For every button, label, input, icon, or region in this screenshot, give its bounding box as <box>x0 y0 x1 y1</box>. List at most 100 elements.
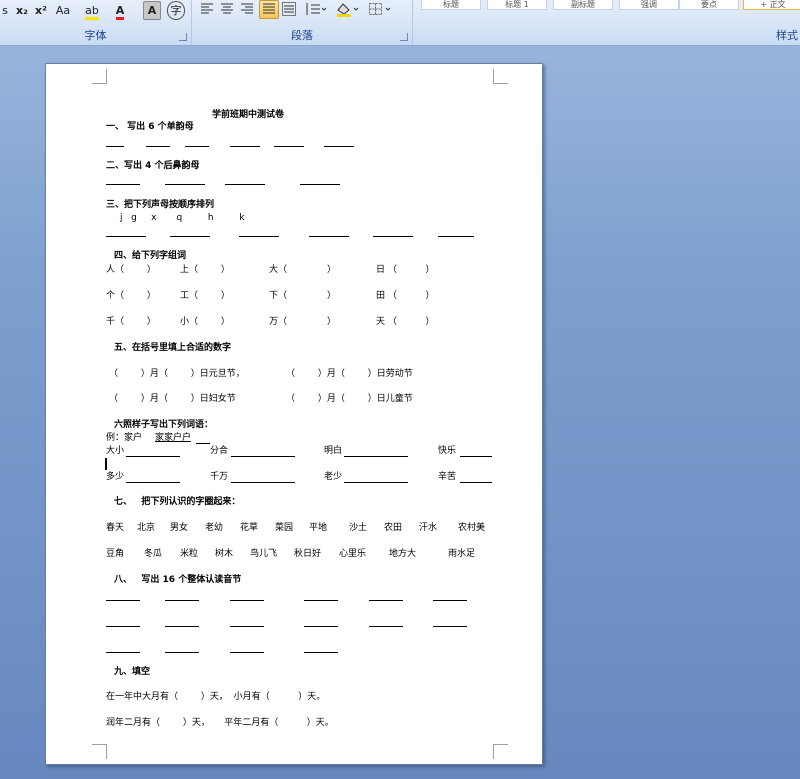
word-item: 万（ ） <box>269 317 337 327</box>
change-case-button[interactable]: Aa <box>50 1 76 20</box>
borders-icon[interactable] <box>368 2 394 16</box>
answer-line <box>106 236 146 237</box>
justify-icon <box>263 3 275 14</box>
word-prompt: 千万 <box>210 472 229 482</box>
fill-line: 润年二月有（ ）天， 平年二月有（ ）天。 <box>106 718 334 728</box>
style-heading-1[interactable]: 标题 1 <box>487 0 547 10</box>
answer-line <box>196 443 210 444</box>
circle-word: 树木 <box>215 549 234 559</box>
style-subtitle[interactable]: 副标题 <box>553 0 613 10</box>
word-item: 田 （ ） <box>376 291 435 301</box>
shading-icon[interactable] <box>335 2 359 17</box>
enclose-characters-button[interactable]: 字 <box>167 1 185 20</box>
text-cursor <box>105 458 107 470</box>
answer-line <box>231 482 295 483</box>
style-normal[interactable]: + 正文 <box>743 0 800 10</box>
section-9-heading: 九、填空 <box>114 667 151 677</box>
answer-line <box>324 146 354 147</box>
word-item: 天 （ ） <box>376 317 435 327</box>
date-item: （ ）月（ ）日妇女节 <box>109 394 236 404</box>
font-dialog-launcher-icon[interactable]: . <box>179 33 187 41</box>
distributed-icon[interactable] <box>282 2 296 16</box>
circle-word: 老幼 <box>205 523 224 533</box>
answer-line <box>304 600 338 601</box>
margin-corner-mark <box>92 69 107 84</box>
highlight-icon: ab <box>85 5 99 20</box>
circle-word: 农村美 <box>458 523 486 533</box>
word-prompt: 老少 <box>324 472 343 482</box>
answer-line <box>373 236 413 237</box>
ribbon: s x₂ x² Aa ab A A 字 字体 . 段落 . 标题 标题 1 副标… <box>0 0 800 46</box>
answer-line <box>106 184 140 185</box>
answer-line <box>304 626 338 627</box>
font-color-button[interactable]: A <box>110 1 130 20</box>
align-right-icon[interactable] <box>240 2 254 16</box>
answer-line <box>274 146 304 147</box>
example-answer: 家家户户 <box>155 433 192 443</box>
section-7-heading: 七、 把下列认识的字圈起来： <box>114 497 241 507</box>
style-emphasis[interactable]: 强调 <box>619 0 679 10</box>
word-prompt: 快乐 <box>438 446 457 456</box>
answer-line <box>460 482 492 483</box>
justify-button[interactable] <box>259 0 279 19</box>
example-prefix: 例：家户 <box>106 433 143 443</box>
answer-line <box>309 236 349 237</box>
document-page[interactable]: 学前班期中测试卷 一、 写出 6 个单韵母 二、写出 4 个后鼻韵母 三、把下列… <box>45 63 543 765</box>
answer-line <box>344 482 408 483</box>
circle-word: 雨水足 <box>448 549 476 559</box>
answer-line <box>185 146 209 147</box>
answer-line <box>239 236 279 237</box>
answer-line <box>165 626 199 627</box>
date-item: （ ）月（ ）日劳动节 <box>286 369 413 379</box>
answer-line <box>165 652 199 653</box>
date-item: （ ）月（ ）日儿童节 <box>286 394 413 404</box>
circle-word: 秋日好 <box>294 549 322 559</box>
answer-line <box>300 184 340 185</box>
highlight-color-button[interactable]: ab <box>80 1 104 20</box>
paragraph-group: 段落 . <box>192 0 413 45</box>
word-item: 人（ ） <box>106 265 156 275</box>
word-prompt: 分合 <box>210 446 229 456</box>
font-group-label: 字体 <box>84 29 107 42</box>
align-left-icon[interactable] <box>200 2 214 16</box>
styles-group: 标题 标题 1 副标题 强调 要点 + 正文 样式 <box>413 0 800 45</box>
character-shading-button[interactable]: A <box>143 1 161 20</box>
styles-group-label: 样式 <box>776 29 798 42</box>
style-heading[interactable]: 标题 <box>421 0 481 10</box>
answer-line <box>433 626 467 627</box>
answer-line <box>225 184 265 185</box>
font-group: s x₂ x² Aa ab A A 字 字体 . <box>0 0 192 45</box>
circle-word: 菜园 <box>275 523 294 533</box>
line-spacing-icon[interactable] <box>304 2 326 16</box>
superscript-button[interactable]: x² <box>31 1 51 20</box>
circle-word: 地方大 <box>389 549 417 559</box>
paragraph-dialog-launcher-icon[interactable]: . <box>400 33 408 41</box>
section-5-heading: 五、在括号里填上合适的数字 <box>114 343 232 353</box>
section-3-heading: 三、把下列声母按顺序排列 <box>106 200 215 210</box>
word-item: 日 （ ） <box>376 265 435 275</box>
circle-word: 豆角 <box>106 549 125 559</box>
circle-word: 平地 <box>309 523 328 533</box>
answer-line <box>460 456 492 457</box>
circle-word: 汗水 <box>419 523 438 533</box>
style-key-point[interactable]: 要点 <box>679 0 739 10</box>
date-item: （ ）月（ ）日元旦节， <box>109 369 245 379</box>
answer-line <box>126 482 180 483</box>
circle-word: 花草 <box>240 523 259 533</box>
paragraph-group-label: 段落 <box>291 29 313 42</box>
answer-line <box>230 600 264 601</box>
answer-line <box>106 600 140 601</box>
subscript-button[interactable]: x₂ <box>12 1 32 20</box>
answer-line <box>170 236 210 237</box>
answer-line <box>165 184 205 185</box>
margin-corner-mark <box>493 744 508 759</box>
answer-line <box>230 652 264 653</box>
consonant-letters: j g x q h k <box>120 213 245 223</box>
answer-line <box>304 652 338 653</box>
circle-word: 农田 <box>384 523 403 533</box>
answer-line <box>231 456 295 457</box>
word-prompt: 辛苦 <box>438 472 457 482</box>
align-center-icon[interactable] <box>220 2 234 16</box>
strikethrough-button[interactable]: s <box>0 1 10 20</box>
word-item: 小（ ） <box>180 317 230 327</box>
